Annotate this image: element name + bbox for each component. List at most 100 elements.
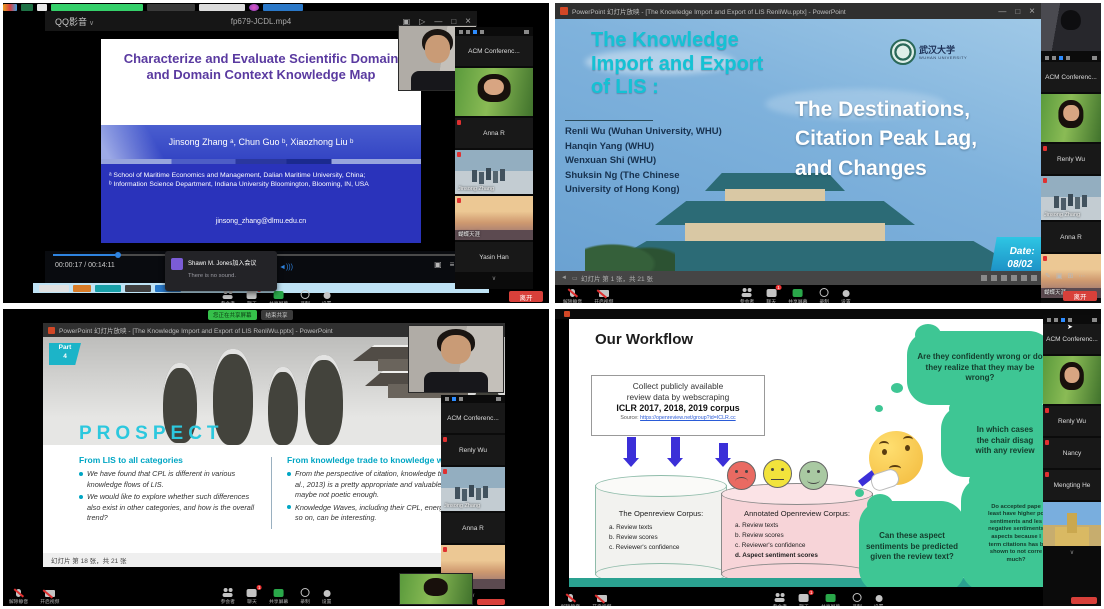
participant-tile[interactable]: ACM Conferenc... xyxy=(1041,62,1101,92)
panel-layout-controls[interactable] xyxy=(455,27,533,36)
self-view-webcam[interactable] xyxy=(399,573,473,605)
comment-icon[interactable]: ▭ xyxy=(572,275,578,282)
layout-active-icon[interactable] xyxy=(452,397,456,401)
participant-tile[interactable]: Anna R xyxy=(1041,222,1101,252)
toolbar-button[interactable]: 参会者 xyxy=(740,288,754,303)
participant-tile[interactable] xyxy=(455,68,533,116)
participant-tile[interactable]: Nancy xyxy=(1043,438,1101,468)
minimize-panel-icon[interactable] xyxy=(1047,318,1051,322)
leave-meeting-button[interactable]: 离开 xyxy=(1063,291,1097,301)
join-notification[interactable]: Shawn M. Jones加入会议 There is no sound. xyxy=(165,251,277,291)
participant-tile[interactable] xyxy=(1041,94,1101,142)
slideshow-tool-icon[interactable] xyxy=(1031,275,1037,281)
pencil-icon[interactable]: ✎ xyxy=(1045,272,1051,280)
speaker-icon[interactable]: ◄ xyxy=(561,275,567,282)
participant-tile[interactable]: Renly Wu xyxy=(441,435,505,465)
expand-panel-icon[interactable] xyxy=(496,397,501,401)
participant-tile[interactable]: Jinsong Zhang xyxy=(441,467,505,511)
panel-layout-controls[interactable] xyxy=(1041,53,1101,62)
layout-grid-icon[interactable] xyxy=(1066,56,1070,60)
playlist-icon[interactable]: ≡ xyxy=(450,260,455,269)
participant-tile[interactable]: Anna R xyxy=(441,513,505,543)
participant-tile[interactable]: 蝴蝶天涯 xyxy=(455,196,533,240)
participant-tile[interactable]: Yasin Han xyxy=(455,242,533,272)
layout-grid-icon[interactable] xyxy=(459,397,463,401)
expand-panel-icon[interactable] xyxy=(1092,318,1097,322)
powerpoint-titlebar[interactable]: PowerPoint 幻灯片放映 - [The Knowledge Import… xyxy=(555,3,1101,19)
expand-panel-icon[interactable] xyxy=(524,30,529,34)
speaker-webcam[interactable] xyxy=(408,325,504,393)
toolbar-button[interactable]: 设置 xyxy=(874,593,884,606)
toolbar-button[interactable]: 解除静音 xyxy=(9,588,28,605)
participant-tile[interactable]: Jinsong Zhang xyxy=(1041,176,1101,220)
participant-tile[interactable] xyxy=(1043,356,1101,404)
slideshow-area[interactable]: The Knowledge Import and Export of LIS :… xyxy=(555,19,1101,271)
seek-handle[interactable] xyxy=(115,252,121,258)
taskbar-item[interactable] xyxy=(39,285,69,292)
toolbar-button[interactable]: 设置 xyxy=(322,290,332,303)
participant-tile[interactable]: Mengting He xyxy=(1043,470,1101,500)
layout-grid-icon[interactable] xyxy=(480,30,484,34)
toolbar-button[interactable]: 1 聊天 xyxy=(799,593,809,606)
layout-active-icon[interactable] xyxy=(473,30,477,34)
toolbar-button[interactable]: 1 聊天 xyxy=(766,288,776,303)
layout-icon[interactable] xyxy=(466,30,470,34)
participant-tile[interactable]: ACM Conferenc... xyxy=(441,403,505,433)
layout-active-icon[interactable] xyxy=(1059,56,1063,60)
participant-tile[interactable]: Anna R xyxy=(455,118,533,148)
snapshot-icon[interactable]: ▣ xyxy=(434,260,442,269)
toolbar-button[interactable]: 解除静音 xyxy=(563,288,582,303)
maximize-button[interactable] xyxy=(1015,7,1020,16)
layout-icon[interactable] xyxy=(1054,318,1058,322)
close-button[interactable] xyxy=(1029,6,1035,17)
volume-icon[interactable]: ◄))) xyxy=(279,264,293,271)
toolbar-button[interactable]: 参会者 xyxy=(773,593,787,606)
slideshow-tool-icon[interactable] xyxy=(1011,275,1017,281)
toolbar-button[interactable]: 共享屏幕 xyxy=(269,290,288,303)
leave-meeting-button[interactable]: 离开 xyxy=(509,291,543,302)
participant-tile[interactable] xyxy=(1043,502,1101,546)
taskbar-item[interactable] xyxy=(125,285,151,292)
layout-grid-icon[interactable] xyxy=(1068,318,1072,322)
participant-tile[interactable]: Jinsong Zhang xyxy=(455,150,533,194)
toolbar-button[interactable]: 录制 xyxy=(300,290,310,303)
participant-tile[interactable]: Renly Wu xyxy=(1043,406,1101,436)
source-link[interactable]: https://openreview.net/group?id=ICLR.cc xyxy=(640,415,736,421)
slideshow-area[interactable]: Our Workflow Collect publicly available … xyxy=(569,319,1047,587)
slideshow-tool-icon[interactable] xyxy=(1021,275,1027,281)
snapshot-icon[interactable]: ▣ xyxy=(1056,272,1063,280)
participant-tile[interactable]: Renly Wu xyxy=(1041,144,1101,174)
toolbar-button[interactable]: 共享屏幕 xyxy=(269,588,288,605)
toolbar-button[interactable]: 设置 xyxy=(322,588,332,605)
toolbar-button[interactable]: 录制 xyxy=(300,588,310,605)
more-icon[interactable]: ⋯ xyxy=(1078,272,1085,280)
leave-meeting-button[interactable] xyxy=(1071,597,1097,604)
minimize-panel-icon[interactable] xyxy=(459,30,463,34)
taskbar-item[interactable] xyxy=(95,285,121,292)
leave-meeting-button[interactable] xyxy=(477,599,505,605)
collapse-chevron[interactable] xyxy=(455,274,533,283)
toolbar-button[interactable]: 1 聊天 xyxy=(247,290,257,303)
toolbar-button[interactable]: 共享屏幕 xyxy=(788,288,807,303)
participant-tile[interactable] xyxy=(1041,3,1101,51)
panel-layout-controls[interactable] xyxy=(441,395,505,403)
toolbar-button[interactable]: 共享屏幕 xyxy=(821,593,840,606)
layout-active-icon[interactable] xyxy=(1061,318,1065,322)
taskbar-item[interactable] xyxy=(73,285,91,292)
minimize-panel-icon[interactable] xyxy=(445,397,449,401)
participant-tile[interactable]: ACM Conferenc... xyxy=(455,36,533,66)
slideshow-tool-icon[interactable] xyxy=(991,275,997,281)
layout-icon[interactable] xyxy=(1052,56,1056,60)
toolbar-button[interactable]: 开启视频 xyxy=(592,593,611,606)
toolbar-button[interactable]: 录制 xyxy=(819,288,829,303)
toolbar-button[interactable]: 开启视频 xyxy=(40,588,59,605)
toolbar-button[interactable]: 解除静音 xyxy=(561,593,580,606)
toolbar-button[interactable]: 参会者 xyxy=(221,290,235,303)
toolbar-button[interactable]: 录制 xyxy=(852,593,862,606)
minimize-panel-icon[interactable] xyxy=(1045,56,1049,60)
expand-panel-icon[interactable] xyxy=(1092,56,1097,60)
slideshow-tool-icon[interactable] xyxy=(981,275,987,281)
minimize-button[interactable] xyxy=(998,7,1006,16)
toolbar-button[interactable]: 1 聊天 xyxy=(247,588,257,605)
toolbar-button[interactable]: 设置 xyxy=(841,288,851,303)
